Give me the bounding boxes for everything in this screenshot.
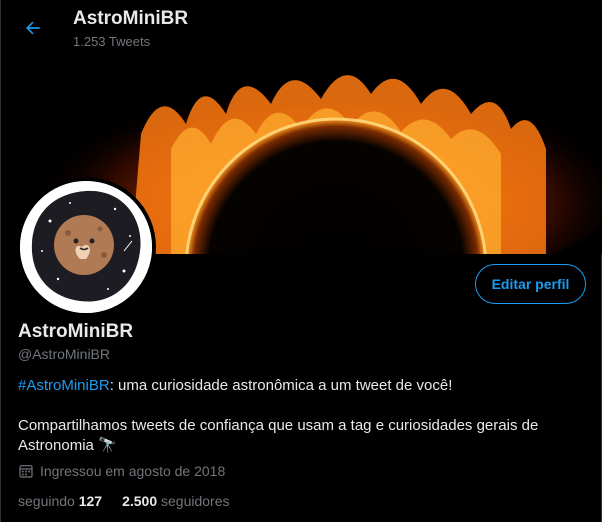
profile-bio: #AstroMiniBR: uma curiosidade astronômic…	[18, 376, 578, 456]
followers-label: seguidores	[161, 493, 230, 509]
user-handle: @AstroMiniBR	[18, 346, 111, 362]
bio-hashtag-link[interactable]: #AstroMiniBR	[18, 377, 110, 394]
joined-text: Ingressou em agosto de 2018	[40, 463, 226, 479]
followers-count: 2.500	[122, 493, 158, 509]
arrow-left-icon	[26, 21, 40, 35]
top-header: AstroMiniBR 1.253 Tweets	[1, 0, 602, 54]
following-link[interactable]: seguindo 127	[18, 493, 102, 509]
calendar-icon	[19, 465, 33, 478]
profile-stats: seguindo 127 2.500 seguidores	[18, 493, 250, 509]
bio-line-1: #AstroMiniBR: uma curiosidade astronômic…	[18, 376, 578, 396]
telescope-emoji: 🔭	[98, 437, 117, 454]
back-button[interactable]	[15, 11, 51, 45]
following-label: seguindo	[18, 493, 75, 509]
header-title: AstroMiniBR	[73, 8, 189, 29]
bio-line-2-text: Compartilhamos tweets de confiança que u…	[18, 417, 539, 454]
following-count: 127	[78, 493, 103, 509]
display-name: AstroMiniBR	[18, 321, 134, 342]
avatar[interactable]	[16, 177, 156, 317]
bio-line-1-text: : uma curiosidade astronômica a um tweet…	[109, 377, 453, 394]
joined-date: Ingressou em agosto de 2018	[18, 463, 225, 479]
bio-line-2: Compartilhamos tweets de confiança que u…	[18, 416, 578, 456]
edit-profile-button[interactable]: Editar perfil	[475, 264, 586, 304]
followers-link[interactable]: 2.500 seguidores	[122, 493, 229, 509]
profile-page: AstroMiniBR 1.253 Tweets Editar perfil A…	[0, 0, 602, 522]
tweet-count: 1.253 Tweets	[73, 34, 151, 49]
pluto-avatar-image	[20, 181, 152, 313]
